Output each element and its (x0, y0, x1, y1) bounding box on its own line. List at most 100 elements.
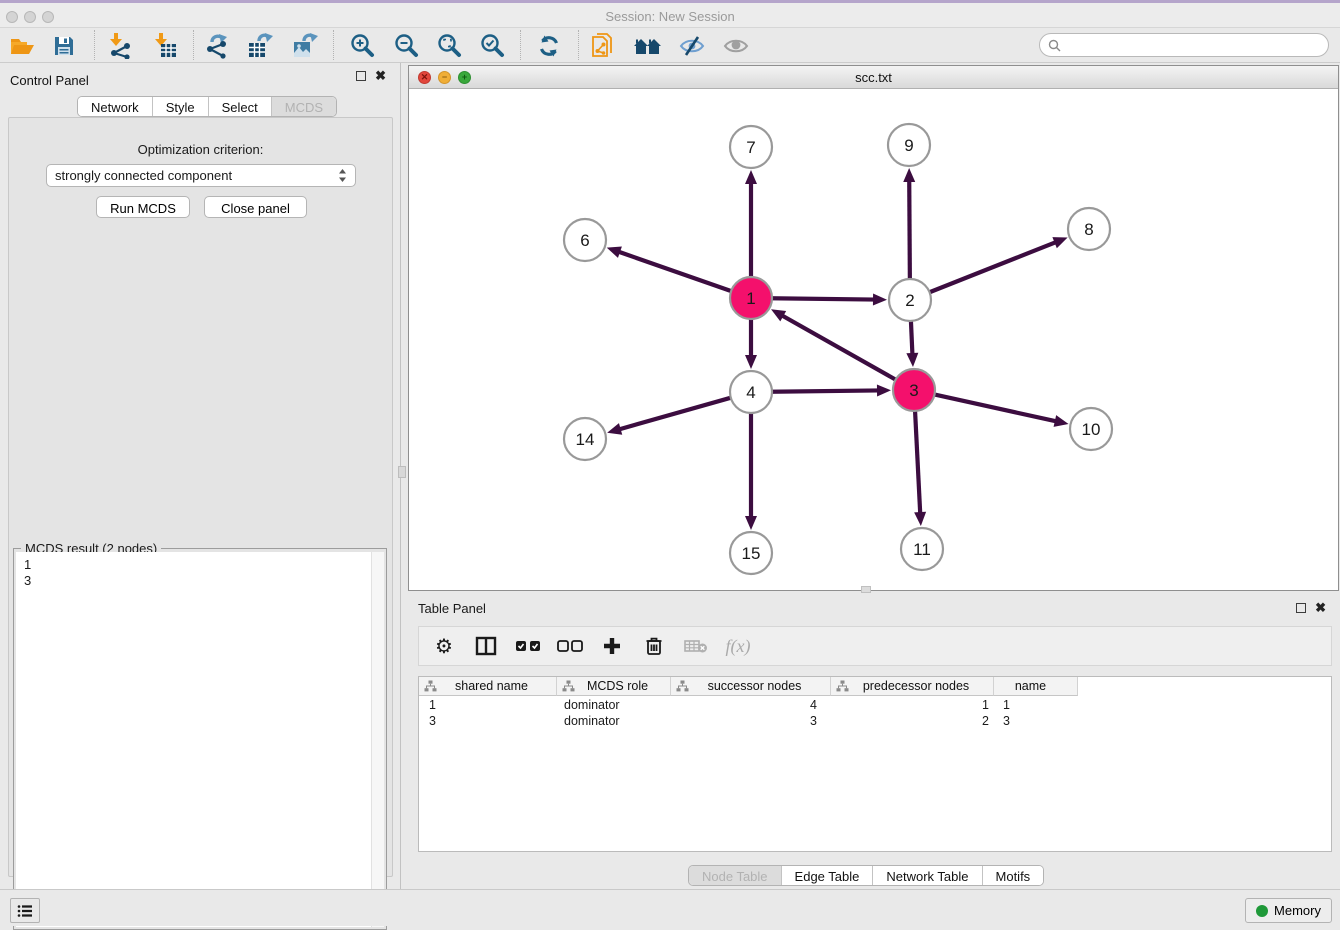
column-header-MCDS-role[interactable]: MCDS role (557, 677, 671, 696)
splitter-handle-vertical[interactable] (398, 466, 406, 478)
table-cell-shared_name[interactable]: 1 (419, 698, 557, 714)
tab-style[interactable]: Style (153, 97, 209, 116)
close-table-panel-icon[interactable]: ✖ (1315, 603, 1326, 613)
import-network-icon (107, 32, 133, 59)
app-titlebar: Session: New Session (0, 3, 1340, 28)
close-panel-button[interactable]: Close panel (204, 196, 307, 218)
table-row[interactable]: 1dominator411 (419, 698, 1078, 714)
add-column-button[interactable] (599, 633, 625, 659)
control-panel: Control Panel ✖ Network Style Select MCD… (0, 63, 401, 889)
graph-edge-4-14[interactable] (619, 397, 733, 429)
network-graph[interactable]: 1234678910111415 (409, 89, 1338, 590)
graph-node-label: 6 (580, 231, 589, 250)
run-mcds-button[interactable]: Run MCDS (96, 196, 190, 218)
show-all-networks-button[interactable] (631, 31, 665, 60)
column-header-label: MCDS role (575, 679, 670, 693)
search-icon (1048, 39, 1061, 52)
main-toolbar (0, 28, 1340, 63)
table-cell-successor_nodes[interactable]: 3 (671, 714, 831, 730)
delete-table-button[interactable] (683, 633, 709, 659)
zoom-in-icon (349, 33, 375, 59)
import-table-button[interactable] (148, 31, 182, 60)
table-cell-successor_nodes[interactable]: 4 (671, 698, 831, 714)
column-header-successor-nodes[interactable]: successor nodes (671, 677, 831, 696)
graph-edge-1-2[interactable] (770, 298, 875, 299)
zoom-in-button[interactable] (345, 31, 379, 60)
search-input[interactable] (1066, 38, 1328, 53)
export-table-button[interactable] (244, 31, 278, 60)
deselect-all-icon (557, 640, 583, 652)
search-box[interactable] (1039, 33, 1329, 57)
table-cell-name[interactable]: 1 (994, 698, 1078, 714)
tab-network[interactable]: Network (78, 97, 153, 116)
control-panel-title: Control Panel (10, 73, 89, 88)
column-header-label: successor nodes (689, 679, 830, 693)
table-cell-shared_name[interactable]: 3 (419, 714, 557, 730)
save-floppy-icon (52, 34, 76, 58)
apply-layout-button[interactable] (532, 31, 566, 60)
tab-select[interactable]: Select (209, 97, 272, 116)
import-table-icon (152, 32, 178, 59)
graph-edge-1-6[interactable] (618, 252, 733, 292)
save-session-button[interactable] (47, 31, 81, 60)
import-network-button[interactable] (103, 31, 137, 60)
column-header-predecessor-nodes[interactable]: predecessor nodes (831, 677, 994, 696)
zoom-fit-button[interactable] (432, 31, 466, 60)
tab-edge-table[interactable]: Edge Table (782, 866, 874, 885)
column-settings-button[interactable]: ⚙ (431, 633, 457, 659)
table-row[interactable]: 3dominator323 (419, 714, 1078, 730)
graph-node-label: 15 (742, 544, 761, 563)
graph-edge-4-3[interactable] (770, 390, 879, 391)
graph-edge-2-8[interactable] (928, 242, 1057, 293)
deselect-all-button[interactable] (557, 633, 583, 659)
node-table: shared name MCDS role successor nodesprede… (418, 676, 1332, 852)
graph-edge-3-11[interactable] (915, 409, 920, 514)
open-session-button[interactable] (5, 31, 39, 60)
split-view-button[interactable] (473, 633, 499, 659)
function-builder-button[interactable]: f(x) (725, 633, 751, 659)
table-panel-title: Table Panel (418, 601, 486, 616)
splitter-handle-horizontal[interactable] (861, 586, 871, 593)
close-panel-icon[interactable]: ✖ (375, 71, 386, 81)
graph-edge-2-3[interactable] (911, 319, 913, 355)
delete-column-button[interactable] (641, 633, 667, 659)
table-cell-mcds_role[interactable]: dominator (557, 714, 671, 730)
mcds-result-fieldset: MCDS result (2 nodes) 1 3 (13, 548, 387, 930)
network-window-titlebar[interactable]: ✕ − + scc.txt (409, 66, 1338, 89)
column-header-shared-name[interactable]: shared name (419, 677, 557, 696)
tab-network-table[interactable]: Network Table (873, 866, 982, 885)
tab-node-table[interactable]: Node Table (689, 866, 782, 885)
float-table-panel-icon[interactable] (1296, 603, 1306, 613)
graph-edge-3-10[interactable] (933, 394, 1057, 421)
memory-button[interactable]: Memory (1245, 898, 1332, 923)
mcds-result-textarea[interactable]: 1 3 (16, 552, 384, 927)
tab-mcds[interactable]: MCDS (272, 97, 336, 116)
show-app-list-button[interactable] (10, 898, 40, 923)
graph-edge-arrowhead (903, 168, 915, 182)
zoom-selected-button[interactable] (475, 31, 509, 60)
new-network-from-selection-button[interactable] (587, 31, 621, 60)
network-canvas[interactable]: 1234678910111415 (409, 89, 1338, 590)
select-all-button[interactable] (515, 633, 541, 659)
zoom-out-button[interactable] (389, 31, 423, 60)
column-header-name[interactable]: name (994, 677, 1078, 696)
float-panel-icon[interactable] (356, 71, 366, 81)
graph-edge-2-9[interactable] (909, 180, 910, 281)
table-cell-predecessor_nodes[interactable]: 2 (831, 714, 994, 730)
zoom-selected-icon (479, 33, 505, 59)
graph-edge-arrowhead (1054, 415, 1069, 427)
status-bar: Memory (0, 889, 1340, 926)
control-panel-tabs: Network Style Select MCDS (77, 96, 337, 117)
hide-selected-button[interactable] (675, 31, 709, 60)
result-scrollbar[interactable] (371, 552, 384, 927)
optimization-criterion-select[interactable]: strongly connected component (46, 164, 356, 187)
table-cell-predecessor_nodes[interactable]: 1 (831, 698, 994, 714)
graph-edge-3-1[interactable] (781, 315, 897, 380)
combo-arrows-icon (338, 168, 347, 183)
show-hidden-button[interactable] (719, 31, 753, 60)
tab-motifs[interactable]: Motifs (983, 866, 1044, 885)
table-cell-mcds_role[interactable]: dominator (557, 698, 671, 714)
table-cell-name[interactable]: 3 (994, 714, 1078, 730)
export-network-button[interactable] (201, 31, 235, 60)
export-image-button[interactable] (288, 31, 322, 60)
